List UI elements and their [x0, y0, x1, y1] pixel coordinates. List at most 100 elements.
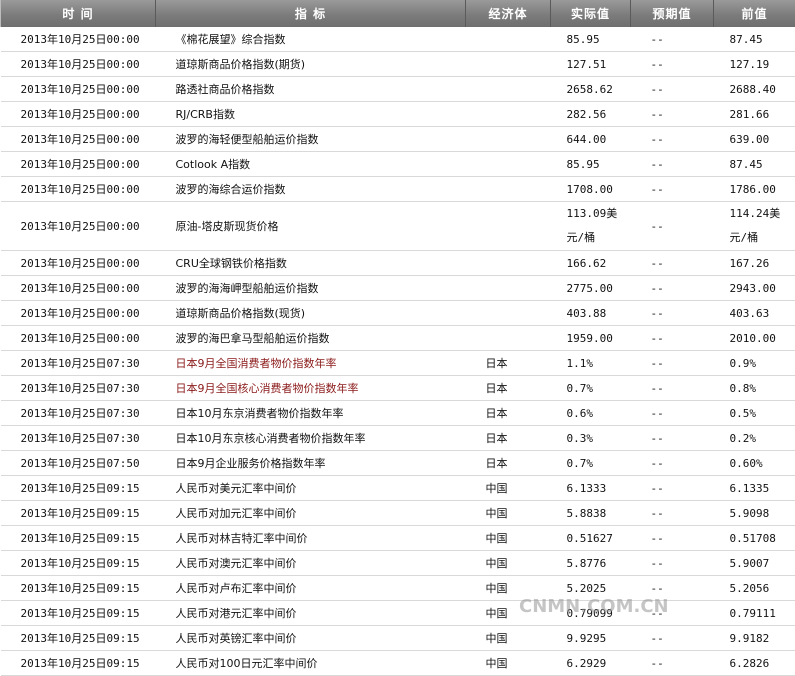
table-row: 2013年10月25日00:00波罗的海巴拿马型船舶运价指数1959.00--2…	[1, 326, 795, 351]
header-time: 时 间	[1, 0, 156, 27]
cell-indicator: 人民币对100日元汇率中间价	[156, 651, 466, 676]
cell-expected: --	[631, 376, 714, 401]
cell-economy: 日本	[466, 451, 551, 476]
cell-time: 2013年10月25日07:30	[1, 426, 156, 451]
cell-economy	[466, 52, 551, 77]
cell-time: 2013年10月25日09:15	[1, 501, 156, 526]
cell-indicator: 日本9月全国核心消费者物价指数年率	[156, 376, 466, 401]
cell-actual: 113.09美元/桶	[551, 202, 631, 251]
cell-time: 2013年10月25日00:00	[1, 52, 156, 77]
cell-previous: 167.26	[714, 251, 795, 276]
cell-expected: --	[631, 52, 714, 77]
cell-actual: 2775.00	[551, 276, 631, 301]
cell-time: 2013年10月25日00:00	[1, 152, 156, 177]
cell-expected: --	[631, 202, 714, 251]
cell-previous: 0.51708	[714, 526, 795, 551]
table-row: 2013年10月25日07:30日本10月东京核心消费者物价指数年率日本0.3%…	[1, 426, 795, 451]
cell-economy: 日本	[466, 351, 551, 376]
table-row: 2013年10月25日09:15人民币对加元汇率中间价中国5.8838--5.9…	[1, 501, 795, 526]
table-row: 2013年10月25日07:30日本9月全国消费者物价指数年率日本1.1%--0…	[1, 351, 795, 376]
cell-previous: 5.9098	[714, 501, 795, 526]
cell-time: 2013年10月25日00:00	[1, 202, 156, 251]
cell-actual: 5.8776	[551, 551, 631, 576]
table-row: 2013年10月25日09:15人民币对英镑汇率中间价中国9.9295--9.9…	[1, 626, 795, 651]
cell-previous: 639.00	[714, 127, 795, 152]
cell-indicator: 道琼斯商品价格指数(现货)	[156, 301, 466, 326]
cell-actual: 85.95	[551, 152, 631, 177]
cell-expected: --	[631, 501, 714, 526]
table-row: 2013年10月25日00:00路透社商品价格指数2658.62--2688.4…	[1, 77, 795, 102]
cell-expected: --	[631, 351, 714, 376]
table-row: 2013年10月25日00:00RJ/CRB指数282.56--281.66	[1, 102, 795, 127]
header-economy: 经济体	[466, 0, 551, 27]
cell-expected: --	[631, 551, 714, 576]
cell-economy	[466, 276, 551, 301]
table-body: 2013年10月25日00:00《棉花展望》综合指数85.95--87.4520…	[1, 27, 795, 676]
cell-expected: --	[631, 77, 714, 102]
cell-previous: 1786.00	[714, 177, 795, 202]
cell-economy	[466, 177, 551, 202]
cell-indicator: 路透社商品价格指数	[156, 77, 466, 102]
cell-actual: 644.00	[551, 127, 631, 152]
cell-indicator: Cotlook A指数	[156, 152, 466, 177]
cell-economy: 日本	[466, 426, 551, 451]
cell-expected: --	[631, 127, 714, 152]
cell-economy	[466, 301, 551, 326]
cell-expected: --	[631, 177, 714, 202]
cell-economy	[466, 251, 551, 276]
cell-economy: 中国	[466, 526, 551, 551]
cell-time: 2013年10月25日09:15	[1, 576, 156, 601]
cell-time: 2013年10月25日00:00	[1, 27, 156, 52]
table-header: 时 间 指 标 经济体 实际值 预期值 前值	[1, 0, 795, 27]
cell-previous: 2010.00	[714, 326, 795, 351]
cell-previous: 0.5%	[714, 401, 795, 426]
cell-time: 2013年10月25日09:15	[1, 601, 156, 626]
economic-calendar-table: 时 间 指 标 经济体 实际值 预期值 前值 2013年10月25日00:00《…	[0, 0, 795, 676]
cell-previous: 0.2%	[714, 426, 795, 451]
header-previous: 前值	[714, 0, 795, 27]
cell-expected: --	[631, 251, 714, 276]
cell-previous: 87.45	[714, 27, 795, 52]
cell-previous-text: 114.24美元/桶	[730, 202, 795, 250]
cell-indicator: 日本10月东京核心消费者物价指数年率	[156, 426, 466, 451]
cell-time: 2013年10月25日07:50	[1, 451, 156, 476]
cell-expected: --	[631, 276, 714, 301]
cell-previous: 127.19	[714, 52, 795, 77]
table-row: 2013年10月25日00:00波罗的海海岬型船舶运价指数2775.00--29…	[1, 276, 795, 301]
cell-actual: 1.1%	[551, 351, 631, 376]
cell-expected: --	[631, 152, 714, 177]
cell-time: 2013年10月25日09:15	[1, 626, 156, 651]
header-expected: 预期值	[631, 0, 714, 27]
cell-time: 2013年10月25日09:15	[1, 651, 156, 676]
cell-time: 2013年10月25日00:00	[1, 102, 156, 127]
cell-actual: 5.8838	[551, 501, 631, 526]
cell-economy: 日本	[466, 401, 551, 426]
cell-previous: 114.24美元/桶	[714, 202, 795, 251]
cell-previous: 403.63	[714, 301, 795, 326]
cell-economy	[466, 326, 551, 351]
cell-indicator: 波罗的海巴拿马型船舶运价指数	[156, 326, 466, 351]
cell-time: 2013年10月25日07:30	[1, 376, 156, 401]
table-row: 2013年10月25日00:00CRU全球钢铁价格指数166.62--167.2…	[1, 251, 795, 276]
table-row: 2013年10月25日00:00Cotlook A指数85.95--87.45	[1, 152, 795, 177]
cell-indicator: 人民币对林吉特汇率中间价	[156, 526, 466, 551]
cell-indicator: 人民币对英镑汇率中间价	[156, 626, 466, 651]
table-row: 2013年10月25日00:00波罗的海轻便型船舶运价指数644.00--639…	[1, 127, 795, 152]
cell-actual: 1708.00	[551, 177, 631, 202]
cell-expected: --	[631, 401, 714, 426]
cell-economy	[466, 202, 551, 251]
cell-expected: --	[631, 102, 714, 127]
table-row: 2013年10月25日09:15人民币对港元汇率中间价中国0.79099--0.…	[1, 601, 795, 626]
cell-time: 2013年10月25日00:00	[1, 177, 156, 202]
cell-actual: 6.2929	[551, 651, 631, 676]
cell-indicator: 道琼斯商品价格指数(期货)	[156, 52, 466, 77]
table-row: 2013年10月25日07:30日本9月全国核心消费者物价指数年率日本0.7%-…	[1, 376, 795, 401]
cell-economy	[466, 152, 551, 177]
cell-indicator: 人民币对美元汇率中间价	[156, 476, 466, 501]
cell-indicator: CRU全球钢铁价格指数	[156, 251, 466, 276]
cell-expected: --	[631, 626, 714, 651]
cell-actual: 1959.00	[551, 326, 631, 351]
cell-economy: 中国	[466, 551, 551, 576]
cell-actual: 9.9295	[551, 626, 631, 651]
cell-actual: 282.56	[551, 102, 631, 127]
